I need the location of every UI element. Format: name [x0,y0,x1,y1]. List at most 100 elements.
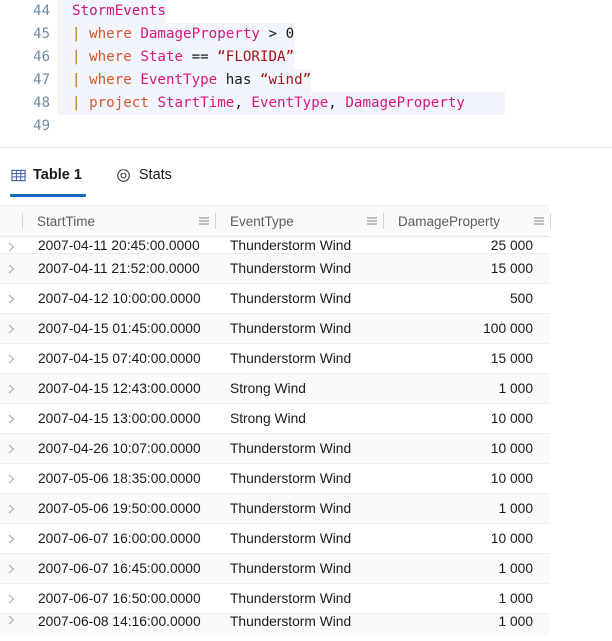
column-header-damageproperty[interactable]: DamageProperty [384,205,550,237]
expand-row-chevron-icon[interactable] [0,614,22,626]
expand-row-chevron-icon[interactable] [0,383,22,395]
table-row[interactable]: 2007-04-11 21:52:00.0000 Thunderstorm Win… [0,254,549,284]
donut-chart-icon [117,168,131,182]
table-row[interactable]: 2007-04-15 12:43:00.0000 Strong Wind 1 000 [0,374,549,404]
cell-eventtype: Thunderstorm Wind [230,351,352,366]
code-line[interactable]: 44 StormEvents [0,0,612,23]
table-row[interactable]: 2007-05-06 19:50:00.0000 Thunderstorm Win… [0,494,549,524]
cell-starttime: 2007-04-11 20:45:00.0000 [38,238,200,253]
expand-row-chevron-icon [8,324,15,333]
line-number: 48 [33,95,50,111]
expand-row-chevron-icon[interactable] [0,593,22,605]
code-token: StormEvents [72,3,166,19]
table-row[interactable]: 2007-05-06 18:35:00.0000 Thunderstorm Win… [0,464,549,494]
results-grid: StartTime EventType DamageProperty 2007-04… [0,205,612,635]
code-token: > [259,26,286,42]
code-token: where [89,26,141,42]
cell-starttime: 2007-06-07 16:45:00.0000 [38,561,201,576]
expand-row-chevron-icon[interactable] [0,293,22,305]
table-row[interactable]: 2007-04-26 10:07:00.0000 Thunderstorm Win… [0,434,549,464]
code-token: , [234,95,252,111]
code-line-content: | where EventType has “wind” [58,69,312,92]
code-token: | [72,26,90,42]
code-token: , [328,95,346,111]
expand-row-chevron-icon[interactable] [0,503,22,515]
expand-row-chevron-icon [8,474,15,483]
code-line-content: | where State == “FLORIDA” [58,46,295,69]
code-line[interactable]: 47 | where EventType has “wind” [0,69,612,92]
line-number: 46 [33,49,50,65]
cell-eventtype: Thunderstorm Wind [230,238,352,253]
code-token: 0 [285,26,295,42]
cell-starttime: 2007-04-15 07:40:00.0000 [38,351,201,366]
code-token: “FLORIDA” [217,49,295,65]
column-header-eventtype[interactable]: EventType [216,205,383,237]
column-header-starttime[interactable]: StartTime [23,205,215,237]
cell-eventtype: Thunderstorm Wind [230,531,352,546]
cell-starttime: 2007-04-12 10:00:00.0000 [38,291,201,306]
tab-label: Table 1 [33,167,82,183]
code-token: where [89,72,141,88]
expand-row-chevron-icon [8,594,15,603]
kusto-query-result-view: 44 StormEvents 45 | where DamageProperty > … [0,0,612,641]
code-line[interactable]: 45 | where DamageProperty > 0 [0,23,612,46]
table-row[interactable]: 2007-06-08 14:16:00.0000 Thunderstorm Win… [0,614,549,635]
cell-damageproperty: 1 000 [498,501,533,516]
table-grid-icon [10,169,26,181]
cell-starttime: 2007-04-15 01:45:00.0000 [38,321,201,336]
query-editor[interactable]: 44 StormEvents 45 | where DamageProperty > … [0,0,612,148]
table-row[interactable]: 2007-04-15 07:40:00.0000 Thunderstorm Win… [0,344,549,374]
line-number: 44 [33,3,50,19]
code-line[interactable]: 49 [0,115,612,138]
code-line[interactable]: 48 | project StartTime, EventType, Damage… [0,92,612,115]
cell-damageproperty: 15 000 [490,261,533,276]
cell-eventtype: Thunderstorm Wind [230,471,352,486]
code-token: “wind” [259,72,312,88]
code-token: | [72,72,90,88]
table-row[interactable]: 2007-06-07 16:50:00.0000 Thunderstorm Win… [0,584,549,614]
grid-body[interactable]: 2007-04-11 20:45:00.0000 Thunderstorm Win… [0,237,612,635]
tab-stats[interactable]: Stats [116,156,184,194]
code-line[interactable]: 46 | where State == “FLORIDA” [0,46,612,69]
table-row[interactable]: 2007-04-15 13:00:00.0000 Strong Wind 10 00… [0,404,549,434]
tab-table-1[interactable]: Table 1 [10,156,94,197]
code-token: DamageProperty [140,26,260,42]
expand-row-chevron-icon [8,264,15,273]
cell-eventtype: Strong Wind [230,411,306,426]
column-menu-icon[interactable] [528,214,550,228]
cell-damageproperty: 10 000 [490,471,533,486]
table-row[interactable]: 2007-04-11 20:45:00.0000 Thunderstorm Win… [0,237,549,254]
expand-row-chevron-icon[interactable] [0,473,22,485]
active-tab-indicator [10,194,86,197]
expand-row-chevron-icon[interactable] [0,353,22,365]
cell-eventtype: Thunderstorm Wind [230,321,352,336]
column-menu-icon [367,217,377,225]
table-row[interactable]: 2007-04-15 01:45:00.0000 Thunderstorm Win… [0,314,549,344]
donut-chart-icon [116,167,132,183]
column-menu-icon [199,217,209,225]
column-menu-icon[interactable] [361,214,383,228]
table-row[interactable]: 2007-04-12 10:00:00.0000 Thunderstorm Win… [0,284,549,314]
expand-row-chevron-icon[interactable] [0,241,22,253]
table-row[interactable]: 2007-06-07 16:45:00.0000 Thunderstorm Win… [0,554,549,584]
expand-row-chevron-icon[interactable] [0,263,22,275]
expand-row-chevron-icon[interactable] [0,533,22,545]
cell-eventtype: Thunderstorm Wind [230,501,352,516]
tab-label: Stats [138,167,172,183]
cell-starttime: 2007-04-26 10:07:00.0000 [38,441,201,456]
expand-row-chevron-icon[interactable] [0,563,22,575]
expand-row-chevron-icon[interactable] [0,413,22,425]
cell-eventtype: Thunderstorm Wind [230,261,352,276]
column-header-label: EventType [230,213,294,229]
expand-row-chevron-icon[interactable] [0,443,22,455]
cell-damageproperty: 1 000 [498,561,533,576]
table-row[interactable]: 2007-06-07 16:00:00.0000 Thunderstorm Win… [0,524,549,554]
expand-row-chevron-icon[interactable] [0,323,22,335]
expand-row-chevron-icon [8,534,15,543]
expand-row-chevron-icon [8,414,15,423]
column-menu-icon[interactable] [193,214,215,228]
cell-eventtype: Thunderstorm Wind [230,614,352,629]
cell-eventtype: Thunderstorm Wind [230,591,352,606]
row-expander-column-header [0,205,22,237]
code-token: == [183,49,218,65]
